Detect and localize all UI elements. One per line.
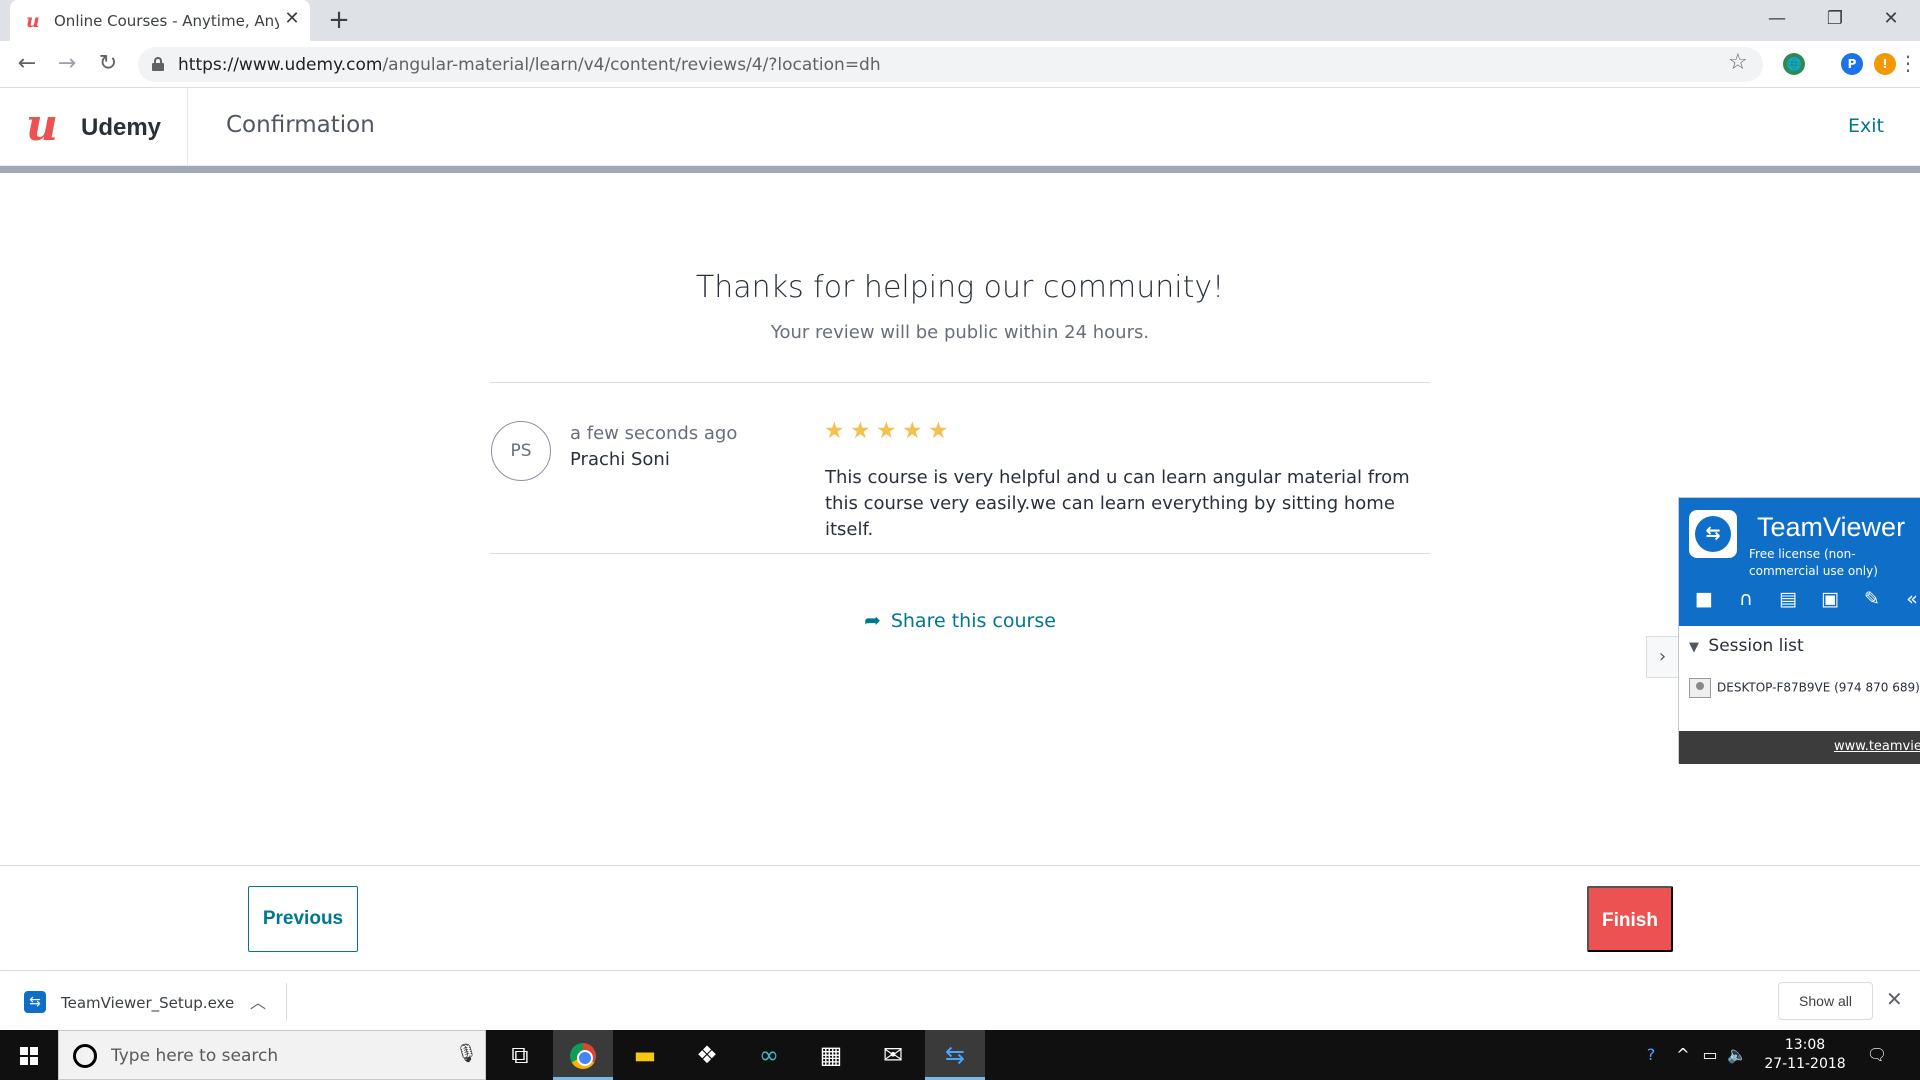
profile-avatar[interactable]: P	[1841, 53, 1863, 75]
page-title: Confirmation	[226, 112, 375, 138]
close-downloads-icon[interactable]: ✕	[1886, 987, 1903, 1011]
tab-title: Online Courses - Anytime, Anywhere	[54, 12, 279, 30]
windows-logo-icon	[20, 1047, 38, 1065]
udemy-logo-icon: u	[26, 100, 58, 151]
divider	[490, 553, 1430, 554]
lecture-footer: Previous Finish	[0, 865, 1920, 970]
teamviewer-website-link[interactable]: www.teamviewer.com	[1834, 739, 1920, 754]
chrome-taskbar-icon[interactable]	[553, 1030, 613, 1080]
caret-down-icon: ▼	[1689, 640, 1699, 655]
progress-bar	[0, 166, 1920, 173]
browser-tab-strip: u Online Courses - Anytime, Anywhere ✕ +…	[0, 0, 1920, 41]
divider	[490, 382, 1430, 383]
new-tab-button[interactable]: +	[325, 6, 353, 34]
windows-start-button[interactable]	[0, 1030, 58, 1080]
browser-tab[interactable]: u Online Courses - Anytime, Anywhere ✕	[10, 0, 310, 41]
star-icon: ★	[850, 418, 871, 444]
cortana-icon	[73, 1044, 97, 1068]
star-icon: ★	[902, 418, 923, 444]
share-arrow-icon: ➦	[864, 608, 881, 632]
review-text: This course is very helpful and u can le…	[825, 467, 1410, 540]
browser-menu-icon[interactable]: ⋮	[1898, 51, 1918, 75]
chevron-right-icon: ›	[1658, 646, 1667, 667]
teamviewer-logo-icon: ⇆	[1689, 510, 1737, 558]
headset-icon[interactable]: ∩	[1733, 586, 1759, 612]
arduino-infinity-icon[interactable]: ∞	[739, 1030, 799, 1080]
collapse-double-chevron-icon[interactable]: «	[1899, 586, 1920, 612]
share-course-link[interactable]: ➦ Share this course	[0, 608, 1920, 632]
mail-icon[interactable]: ✉	[863, 1030, 923, 1080]
exit-link[interactable]: Exit	[1848, 115, 1884, 137]
udemy-favicon-icon: u	[26, 10, 40, 32]
back-arrow-icon[interactable]: ←	[13, 50, 41, 78]
microphone-icon[interactable]: 🎙	[455, 1043, 478, 1064]
session-list-header[interactable]: ▼ Session list	[1689, 636, 1804, 656]
help-icon[interactable]: ?	[1636, 1030, 1666, 1080]
chevron-up-icon[interactable]: ︿	[250, 989, 266, 1013]
video-camera-icon[interactable]: ■	[1691, 586, 1717, 612]
teamviewer-panel: ⇆ TeamViewer Free license (non-commercia…	[1678, 497, 1920, 764]
close-window-icon[interactable]: ✕	[1862, 0, 1920, 41]
show-hidden-icons-chevron[interactable]: ^	[1672, 1030, 1694, 1080]
reviewer-name: Prachi Soni	[570, 449, 670, 470]
taskbar-search[interactable]: Type here to search 🎙	[58, 1030, 486, 1080]
teamviewer-license: Free license (non-commercial use only)	[1749, 547, 1878, 578]
course-header: u Udemy Confirmation Exit	[0, 88, 1920, 166]
extension-globe-icon[interactable]: 🌐	[1783, 53, 1805, 75]
files-icon[interactable]: ▣	[1817, 586, 1843, 612]
lock-icon	[152, 57, 164, 71]
restore-window-icon[interactable]: ❐	[1806, 0, 1864, 41]
teamviewer-taskbar-icon[interactable]: ⇆	[925, 1030, 985, 1080]
battery-icon[interactable]: ▭	[1698, 1030, 1722, 1080]
volume-icon[interactable]: 🔈	[1724, 1030, 1750, 1080]
url-text[interactable]: https://www.udemy.com/angular-material/l…	[178, 55, 881, 75]
windows-taskbar: Type here to search 🎙 ⧉ ▬ ❖ ∞ ▦ ✉ ⇆ ? ^ …	[0, 1030, 1920, 1080]
previous-button[interactable]: Previous	[248, 886, 358, 952]
search-placeholder: Type here to search	[111, 1046, 279, 1066]
star-icon: ★	[928, 418, 949, 444]
teamviewer-panel-toggle[interactable]: ›	[1646, 636, 1678, 678]
dropbox-icon[interactable]: ❖	[677, 1030, 737, 1080]
browser-toolbar: ← → ↻ https://www.udemy.com/angular-mate…	[0, 41, 1920, 88]
teamviewer-header: ⇆ TeamViewer Free license (non-commercia…	[1679, 498, 1920, 626]
notifications-icon[interactable]: 🗨	[1862, 1030, 1892, 1080]
teamviewer-file-icon	[24, 991, 46, 1013]
bookmark-star-icon[interactable]: ☆	[1728, 50, 1748, 75]
divider	[286, 983, 287, 1021]
user-icon	[1689, 678, 1711, 698]
downloads-bar: TeamViewer_Setup.exe ︿ Show all ✕	[0, 970, 1920, 1030]
thanks-heading: Thanks for helping our community!	[695, 270, 1225, 305]
minimize-window-icon[interactable]: —	[1748, 0, 1806, 41]
teamviewer-toolbar: ■ ∩ ▤ ▣ ✎ «	[1691, 586, 1920, 612]
teamviewer-title: TeamViewer	[1757, 512, 1906, 542]
star-icon: ★	[876, 418, 897, 444]
download-item[interactable]: TeamViewer_Setup.exe	[61, 994, 234, 1012]
star-icon: ★	[824, 418, 845, 444]
review-timestamp: a few seconds ago	[570, 423, 738, 444]
close-tab-icon[interactable]: ✕	[282, 9, 302, 29]
system-clock[interactable]: 13:08 27-11-2018	[1760, 1036, 1850, 1074]
whiteboard-brush-icon[interactable]: ✎	[1859, 586, 1885, 612]
avatar: PS	[491, 421, 551, 481]
show-all-button[interactable]: Show all	[1778, 982, 1873, 1020]
star-rating: ★ ★ ★ ★ ★	[824, 418, 954, 444]
reload-icon[interactable]: ↻	[94, 50, 122, 78]
task-view-icon[interactable]: ⧉	[490, 1030, 550, 1080]
address-bar[interactable]: https://www.udemy.com/angular-material/l…	[138, 47, 1763, 82]
finish-button[interactable]: Finish	[1587, 886, 1673, 952]
store-bag-icon[interactable]: ▦	[801, 1030, 861, 1080]
chat-icon[interactable]: ▤	[1775, 586, 1801, 612]
forward-arrow-icon[interactable]: →	[53, 50, 81, 78]
thanks-subtitle: Your review will be public within 24 hou…	[770, 322, 1150, 343]
header-divider	[187, 88, 188, 166]
teamviewer-footer: www.teamviewer.com	[1679, 731, 1920, 764]
session-device[interactable]: DESKTOP-F87B9VE (974 870 689)	[1689, 678, 1920, 698]
update-alert-icon[interactable]: !	[1874, 53, 1896, 75]
file-explorer-icon[interactable]: ▬	[615, 1030, 675, 1080]
